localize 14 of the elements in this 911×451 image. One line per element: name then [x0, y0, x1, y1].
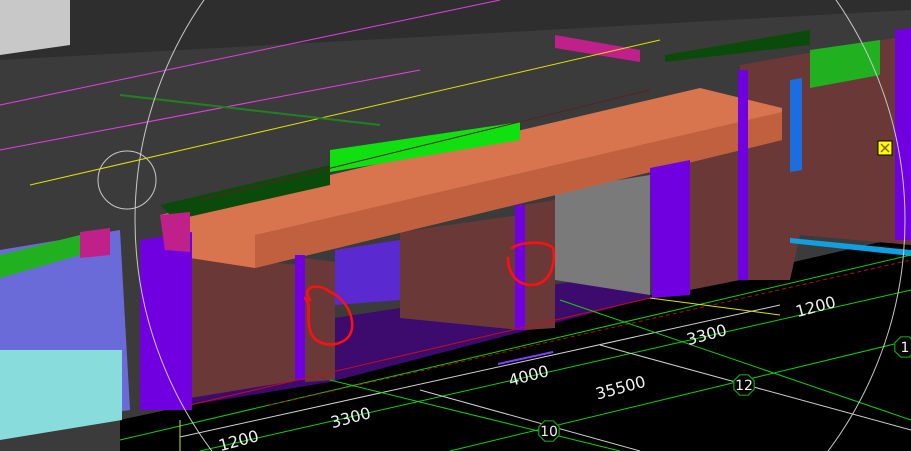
snap-marker-icon: [878, 140, 892, 156]
dimension-label: 3300: [684, 320, 729, 350]
beam-end-block: [80, 228, 110, 258]
beam-end-block: [160, 212, 190, 252]
window-block: [335, 240, 400, 305]
dimension-label: 3300: [328, 403, 373, 432]
markup-scribble: [506, 242, 555, 286]
markup-scribble: [304, 285, 354, 346]
dimension-label: 1200: [793, 292, 838, 322]
grid-bubble: 1: [894, 336, 911, 358]
dimension-label: 1200: [216, 426, 261, 451]
slab-block: [0, 0, 70, 55]
dimension-label: 4000: [506, 361, 551, 390]
dimension-label: 35500: [594, 372, 648, 404]
